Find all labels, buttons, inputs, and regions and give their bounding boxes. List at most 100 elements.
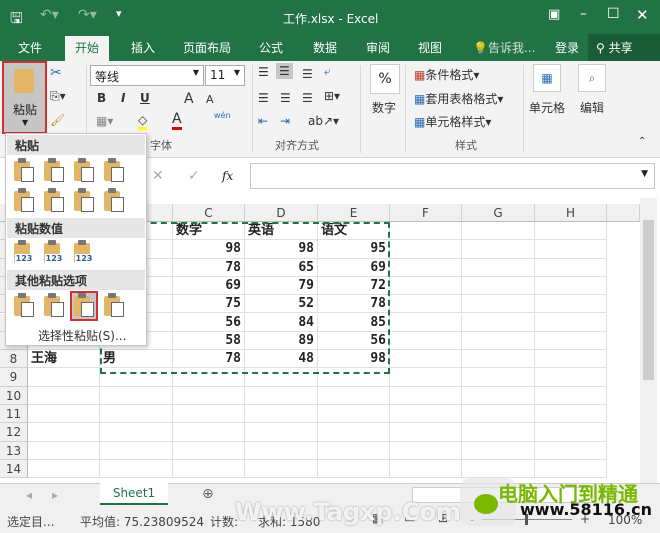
cell[interactable] [462,441,535,460]
format-as-table-button[interactable]: ▦套用表格格式▾ [414,90,503,107]
editing-button[interactable]: 编辑 [580,99,604,116]
cell[interactable] [462,386,535,405]
cell[interactable] [462,222,535,241]
align-center-icon[interactable]: ☰ [280,91,291,105]
cell[interactable] [390,350,462,369]
tab-review[interactable]: 审阅 [366,39,390,56]
cell[interactable] [318,405,390,424]
cell[interactable] [245,441,318,460]
picture-icon[interactable] [70,291,98,321]
cell[interactable] [535,276,607,296]
cell[interactable] [28,368,100,387]
format-painter-icon[interactable]: 🖌 [50,113,65,127]
cell[interactable] [245,459,318,479]
cell[interactable] [28,386,100,405]
cell[interactable] [462,405,535,424]
values-number-format-icon[interactable]: 123 [42,240,66,266]
cell[interactable] [390,313,462,332]
column-header[interactable]: C [173,204,245,222]
cell[interactable] [462,423,535,442]
cell[interactable] [318,459,390,479]
vertical-scrollbar[interactable] [640,198,657,483]
customize-qat-icon[interactable]: ▾ [116,7,122,20]
values-source-formatting-icon[interactable]: 123 [72,240,96,266]
cell[interactable] [462,368,535,387]
transpose-icon[interactable] [72,188,96,214]
cell[interactable] [462,295,535,314]
align-middle-icon[interactable]: ☰ [276,63,293,79]
undo-icon[interactable]: ↶▾ [40,7,59,23]
tab-file[interactable]: 文件 [18,39,42,56]
cell[interactable] [245,386,318,405]
cell[interactable] [462,350,535,369]
orientation-icon[interactable]: ab↗▾ [308,114,339,128]
wrap-text-icon[interactable]: ⤶ [324,64,331,79]
font-name-select[interactable]: 等线 ▼ [90,65,204,86]
insert-function-icon[interactable]: fx [222,169,233,183]
cells-button[interactable]: 单元格 [529,99,565,116]
row-header[interactable]: 10 [0,386,28,405]
column-header[interactable]: H [535,204,607,222]
cell[interactable] [535,368,607,387]
cancel-icon[interactable]: ✕ [152,168,164,184]
tell-me-search[interactable]: 💡告诉我... [473,39,535,56]
cell[interactable] [318,423,390,442]
tab-formulas[interactable]: 公式 [259,39,283,56]
cell[interactable] [28,423,100,442]
tab-page-layout[interactable]: 页面布局 [183,39,231,56]
font-color-icon[interactable]: A [172,111,182,130]
italic-button[interactable]: I [121,91,125,105]
cell[interactable] [535,441,607,460]
paste-link-icon[interactable] [42,293,66,319]
cell[interactable] [390,423,462,442]
cell[interactable] [100,423,173,442]
tab-view[interactable]: 视图 [418,39,442,56]
cell[interactable] [535,405,607,424]
cell[interactable] [462,240,535,259]
cell[interactable] [390,441,462,460]
cell[interactable] [390,386,462,405]
maximize-icon[interactable]: ☐ [607,6,620,22]
align-left-icon[interactable]: ☰ [258,91,269,105]
new-sheet-icon[interactable]: ⊕ [202,486,214,502]
row-header[interactable]: 13 [0,441,28,460]
paste-formulas-number-format-icon[interactable] [72,158,96,184]
paste-icon[interactable] [12,158,36,184]
increase-font-button[interactable]: A [184,91,194,107]
cell[interactable] [535,295,607,314]
save-icon[interactable]: 🖫 [10,8,23,33]
increase-indent-icon[interactable]: ⇥ [280,114,290,128]
cell[interactable] [173,405,245,424]
cell[interactable] [535,240,607,259]
scroll-tabs-left-icon[interactable]: ◂ [26,488,32,502]
cell[interactable] [245,405,318,424]
formula-input[interactable]: ▼ [250,163,655,189]
cell[interactable] [390,240,462,259]
enter-icon[interactable]: ✓ [188,168,200,184]
linked-picture-icon[interactable] [102,293,126,319]
cell[interactable] [535,331,607,351]
tab-data[interactable]: 数据 [313,39,337,56]
align-bottom-icon[interactable]: ☰ [302,67,313,81]
cell[interactable] [390,258,462,277]
cell[interactable] [390,368,462,387]
align-top-icon[interactable]: ☰ [258,65,269,79]
borders-icon[interactable]: ▦▾ [96,114,113,128]
conditional-format-button[interactable]: ▦条件格式▾ [414,66,479,83]
phonetic-icon[interactable]: wén [214,111,231,120]
minimize-icon[interactable]: – [580,6,587,22]
row-header[interactable]: 14 [0,459,28,479]
cell-styles-button[interactable]: ▦单元格样式▾ [414,113,491,130]
row-header[interactable]: 11 [0,405,28,424]
cell[interactable] [100,441,173,460]
bold-button[interactable]: B [97,91,106,105]
row-header[interactable]: 9 [0,368,28,387]
cell[interactable] [318,386,390,405]
paste-formulas-icon[interactable] [42,158,66,184]
merge-formatting-icon[interactable] [102,188,126,214]
cell[interactable] [462,258,535,277]
fill-color-icon[interactable]: ◇ [138,113,148,130]
cell[interactable] [173,423,245,442]
cell[interactable] [390,405,462,424]
ribbon-display-icon[interactable]: ▣ [548,7,560,22]
